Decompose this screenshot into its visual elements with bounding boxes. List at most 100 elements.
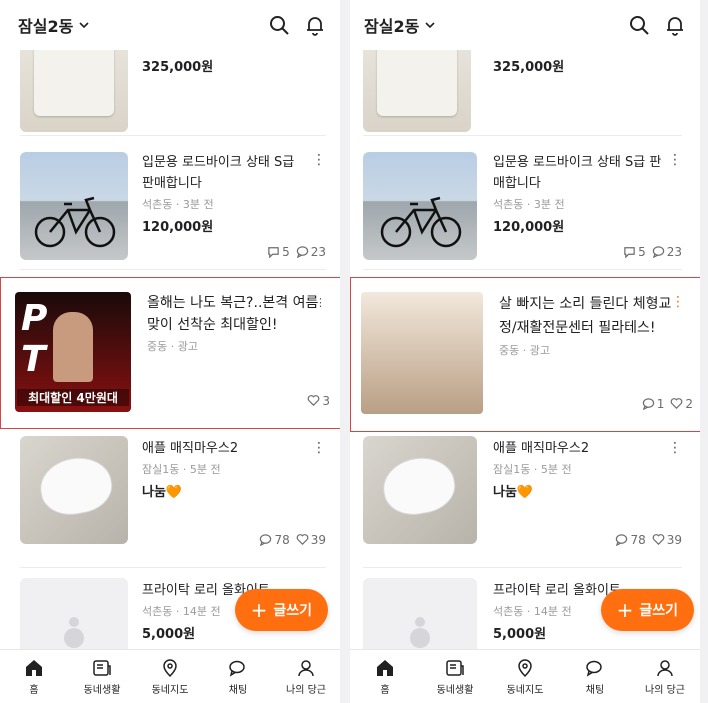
heart-icon (671, 398, 683, 409)
tab-community[interactable]: 동네생활 (420, 650, 490, 703)
plus-icon: + (616, 598, 634, 622)
item-title: 애플 매직마우스2 (493, 441, 590, 456)
heart-icon (308, 395, 320, 406)
tab-chat[interactable]: 채팅 (560, 650, 630, 703)
like-count: 39 (652, 533, 682, 547)
comment-icon (624, 247, 635, 259)
tab-my[interactable]: 나의 당근 (630, 650, 700, 703)
item-counts: 5 23 (623, 245, 682, 259)
like-count: 39 (296, 533, 326, 547)
more-options-icon[interactable]: ⋮ (312, 440, 326, 456)
user-icon (298, 659, 314, 676)
heart-icon (296, 534, 309, 545)
chat-count: 78 (615, 533, 646, 547)
tab-map[interactable]: 동네지도 (136, 650, 204, 703)
item-meta: 잠실1동 · 5분 전 (493, 463, 572, 476)
tab-chat[interactable]: 채팅 (204, 650, 272, 703)
header: 잠실2동 (350, 0, 700, 50)
tab-map[interactable]: 동네지도 (490, 650, 560, 703)
ad-meta: 중동 · 광고 (147, 340, 198, 353)
chat-icon (296, 246, 308, 259)
map-pin-icon (163, 658, 177, 677)
search-icon[interactable] (628, 14, 650, 36)
ad-image: P T 최대할인 4만원대 (15, 292, 131, 412)
tab-home[interactable]: 홈 (0, 650, 68, 703)
comment-count: 5 (267, 245, 290, 259)
chat-count: 23 (296, 245, 326, 259)
ad-card[interactable]: P T 최대할인 4만원대 올해는 나도 복근?..본격 여름맞이 선착순 최대… (0, 277, 340, 429)
chat-icon (260, 534, 272, 547)
chat-icon (652, 246, 664, 259)
item-meta: 석촌동 · 3분 전 (493, 198, 565, 211)
chat-icon (642, 398, 654, 411)
plus-icon: + (250, 598, 268, 622)
carrot-placeholder-icon (64, 617, 84, 648)
header: 잠실2동 (0, 0, 340, 50)
user-icon (657, 659, 673, 676)
item-price: 120,000원 (142, 220, 214, 235)
location-selector[interactable]: 잠실2동 (364, 13, 419, 37)
item-title: 입문용 로드바이크 상태 S급 판매합니다 (142, 155, 295, 191)
heart-icon (652, 534, 665, 545)
item-image (20, 436, 128, 544)
tab-my[interactable]: 나의 당근 (272, 650, 340, 703)
ad-meta: 중동 · 광고 (499, 344, 550, 357)
item-title: 애플 매직마우스2 (142, 441, 239, 456)
more-options-icon[interactable]: ⋮ (312, 152, 326, 168)
ad-title: 올해는 나도 복근?..본격 여름맞이 선착순 최대할인! (147, 295, 319, 333)
ad-counts: 1 2 (642, 397, 693, 411)
chat-count: 1 (642, 397, 664, 411)
ad-image-banner: 최대할인 4만원대 (17, 389, 129, 406)
chevron-down-icon[interactable] (79, 20, 89, 30)
location-selector[interactable]: 잠실2동 (18, 13, 73, 37)
more-options-icon[interactable]: ⋮ (671, 294, 685, 310)
like-count: 3 (307, 394, 330, 408)
chat-icon (229, 660, 245, 677)
item-price: 120,000원 (493, 220, 565, 235)
bottom-nav: 홈 동네생활 동네지도 채팅 나의 당근 (350, 649, 700, 703)
bell-icon[interactable] (664, 14, 686, 36)
comment-count: 5 (623, 245, 646, 259)
ad-card[interactable]: 살 빠지는 소리 들린다 체형교정/재활전문센터 필라테스! 중동 · 광고 ⋮… (350, 277, 700, 432)
item-image (20, 152, 128, 260)
item-image (363, 436, 477, 544)
list-item[interactable]: 입문용 로드바이크 상태 S급 판매합니다 석촌동 · 3분 전 120,000… (363, 148, 682, 270)
more-options-icon[interactable]: ⋮ (315, 296, 326, 309)
item-counts: 78 39 (615, 533, 682, 547)
item-title: 입문용 로드바이크 상태 S급 판매합니다 (493, 155, 662, 191)
chat-icon (586, 660, 602, 677)
document-icon (446, 659, 464, 676)
chat-count: 78 (259, 533, 290, 547)
item-meta: 석촌동 · 3분 전 (142, 198, 214, 211)
item-price: 나눔🧡 (493, 485, 534, 500)
ad-title: 살 빠지는 소리 들린다 체형교정/재활전문센터 필라테스! (499, 296, 672, 336)
list-item[interactable]: 애플 매직마우스2 잠실1동 · 5분 전 나눔🧡 ⋮ 78 39 (20, 436, 326, 568)
item-image (363, 152, 477, 260)
ad-counts: 3 (307, 394, 330, 408)
bottom-nav: 홈 동네생활 동네지도 채팅 나의 당근 (0, 649, 340, 703)
map-pin-icon (518, 658, 532, 677)
feed-screen-left: 잠실2동 325,000원 입문용 로드바이크 상태 S급 판매합니다 석촌동 … (0, 0, 340, 703)
item-counts: 5 23 (267, 245, 326, 259)
like-count: 2 (670, 397, 693, 411)
comment-icon (268, 247, 279, 259)
list-item[interactable]: 입문용 로드바이크 상태 S급 판매합니다 석촌동 · 3분 전 120,000… (20, 148, 326, 270)
item-price: 325,000원 (493, 60, 565, 75)
item-price: 325,000원 (142, 60, 214, 75)
feed-screen-right: 잠실2동 325,000원 입문용 로드바이크 상태 S급 판매합니다 석촌동 … (350, 0, 700, 703)
list-item[interactable]: 애플 매직마우스2 잠실1동 · 5분 전 나눔🧡 ⋮ 78 39 (363, 436, 682, 568)
search-icon[interactable] (268, 14, 290, 36)
write-button[interactable]: + 글쓰기 (234, 589, 328, 631)
home-icon (377, 659, 393, 676)
tab-home[interactable]: 홈 (350, 650, 420, 703)
bell-icon[interactable] (304, 14, 326, 36)
carrot-placeholder-icon (410, 617, 430, 648)
more-options-icon[interactable]: ⋮ (668, 440, 682, 456)
item-meta: 잠실1동 · 5분 전 (142, 463, 221, 476)
tab-community[interactable]: 동네생활 (68, 650, 136, 703)
more-options-icon[interactable]: ⋮ (668, 152, 682, 168)
write-button[interactable]: + 글쓰기 (600, 589, 694, 631)
chevron-down-icon[interactable] (425, 20, 435, 30)
ad-image (361, 292, 483, 414)
item-counts: 78 39 (259, 533, 326, 547)
